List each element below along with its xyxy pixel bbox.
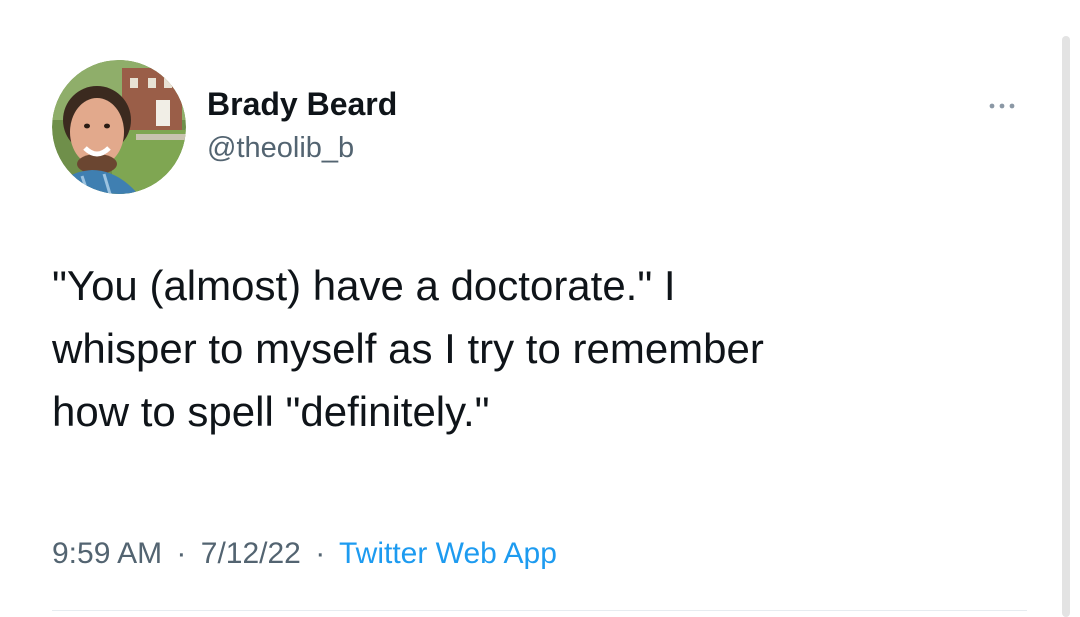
divider: [52, 610, 1027, 611]
profile-photo-icon: [52, 60, 186, 194]
tweet-metadata: 9:59 AM · 7/12/22 · Twitter Web App: [52, 534, 557, 574]
tweet-time[interactable]: 9:59 AM: [52, 537, 162, 570]
tweet-source-link[interactable]: Twitter Web App: [339, 537, 557, 570]
author-display-name[interactable]: Brady Beard: [207, 84, 397, 124]
author-avatar[interactable]: [52, 60, 186, 194]
ellipsis-icon: [989, 103, 1015, 109]
tweet-card: Brady Beard @theolib_b "You (almost) hav…: [0, 0, 1080, 617]
more-options-button[interactable]: [984, 94, 1024, 118]
author-handle[interactable]: @theolib_b: [207, 130, 397, 166]
tweet-date[interactable]: 7/12/22: [201, 537, 301, 570]
meta-separator: ·: [176, 537, 187, 570]
meta-separator: ·: [315, 537, 326, 570]
author-info: Brady Beard @theolib_b: [207, 84, 397, 166]
scrollbar[interactable]: [1062, 36, 1070, 617]
tweet-text-line: "You (almost) have a doctorate." I: [52, 262, 676, 309]
tweet-text: "You (almost) have a doctorate." I whisp…: [52, 254, 1012, 443]
tweet-text-line: whisper to myself as I try to remember: [52, 325, 764, 372]
tweet-text-line: how to spell "definitely.": [52, 388, 490, 435]
